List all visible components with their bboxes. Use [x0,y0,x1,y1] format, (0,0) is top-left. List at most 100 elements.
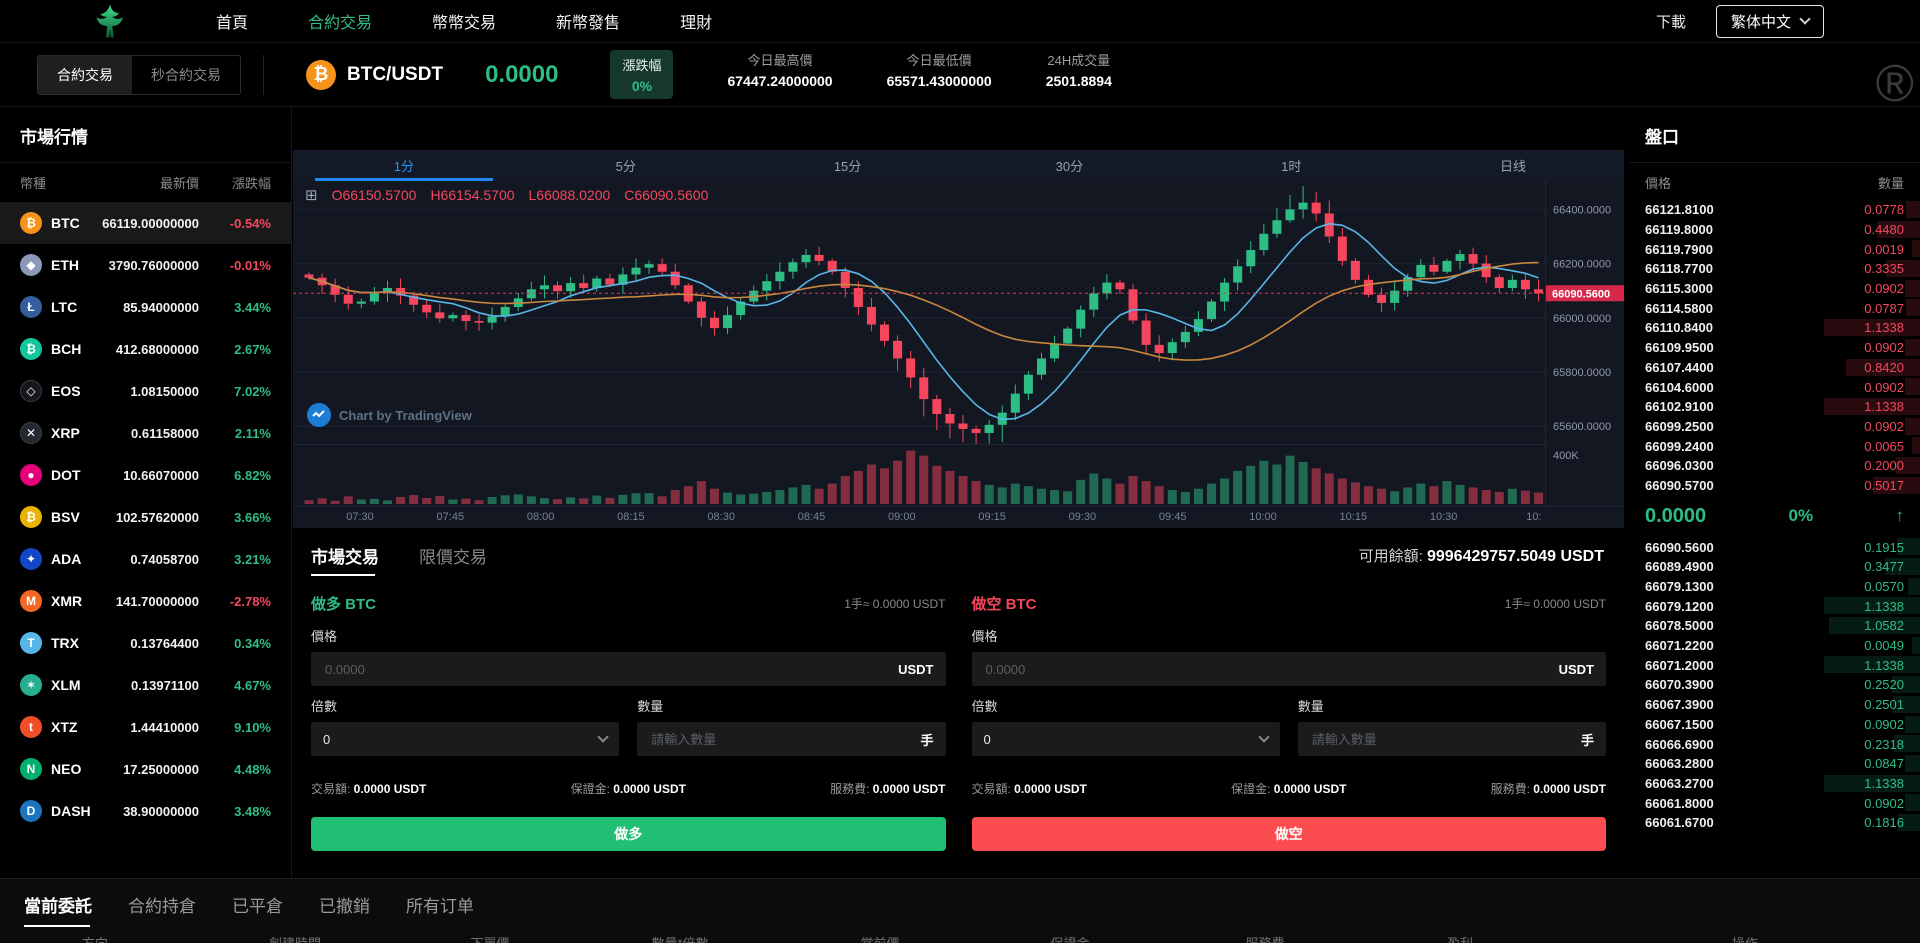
orders-tab-已平倉[interactable]: 已平倉 [232,892,283,927]
timeframe-tab-1时[interactable]: 1时 [1180,150,1402,181]
long-submit-button[interactable]: 做多 [311,817,946,851]
registered-mark-icon[interactable]: ® [1876,58,1914,110]
short-amount-label: 數量 [1297,699,1324,714]
mode-tab-秒合約交易[interactable]: 秒合約交易 [132,56,240,94]
time-axis-label: 07:30 [346,511,374,523]
ask-row[interactable]: 66119.8000 0.4480 [1629,220,1920,240]
trade-tab-市場交易[interactable]: 市場交易 [311,543,379,576]
ask-row[interactable]: 66099.2400 0.0065 [1629,436,1920,456]
coin-row-DASH[interactable]: D DASH 38.90000000 3.48% [0,790,291,832]
short-price-field[interactable] [983,660,1559,678]
bid-row[interactable]: 66067.1500 0.0902 [1629,715,1920,735]
coin-row-BTC[interactable]: ₿ BTC 66119.00000000 -0.54% [0,202,291,244]
ticker-stats: 漲跌幅 0% 今日最高價 67447.24000000 今日最低價 65571.43000… [610,50,1112,99]
bid-row[interactable]: 66061.8000 0.0902 [1629,793,1920,813]
bid-row[interactable]: 66079.1200 1.1338 [1629,596,1920,616]
ask-row[interactable]: 66090.5700 0.5017 [1629,476,1920,496]
ask-row[interactable]: 66102.9100 1.1338 [1629,397,1920,417]
chart-canvas[interactable]: ⊞ O66150.5700 H66154.5700 L66088.0200 C6609… [293,181,1624,528]
coin-row-BCH[interactable]: ₿ BCH 412.68000000 2.67% [0,328,291,370]
timeframe-tab-5分[interactable]: 5分 [515,150,737,181]
dot-coin-icon: ● [20,464,42,486]
ask-row[interactable]: 66109.9500 0.0902 [1629,338,1920,358]
coin-row-XMR[interactable]: M XMR 141.70000000 -2.78% [0,580,291,622]
stat-漲跌幅: 漲跌幅 0% [610,50,674,99]
bid-row[interactable]: 66071.2200 0.0049 [1629,636,1920,656]
long-leverage-select[interactable]: 0 [311,722,620,756]
coin-row-XRP[interactable]: ✕ XRP 0.61158000 2.11% [0,412,291,454]
coin-row-ETH[interactable]: ◆ ETH 3790.76000000 -0.01% [0,244,291,286]
ask-row[interactable]: 66114.5800 0.0787 [1629,298,1920,318]
coin-row-DOT[interactable]: ● DOT 10.66070000 6.82% [0,454,291,496]
volume-bar [1207,483,1217,504]
bid-row[interactable]: 66090.5600 0.1915 [1629,537,1920,557]
bid-row[interactable]: 66066.6900 0.2318 [1629,734,1920,754]
ask-row[interactable]: 66096.0300 0.2000 [1629,456,1920,476]
coin-row-XLM[interactable]: ✶ XLM 0.13971100 4.67% [0,664,291,706]
ask-row[interactable]: 66118.7700 0.3335 [1629,259,1920,279]
bid-row[interactable]: 66067.3900 0.2501 [1629,695,1920,715]
coin-row-ADA[interactable]: ✦ ADA 0.74058700 3.21% [0,538,291,580]
short-submit-button[interactable]: 做空 [971,817,1606,851]
volume-bar [500,495,510,504]
short-controls-row: 0手 [971,722,1606,756]
long-price-input[interactable]: USDT [311,652,946,686]
orders-tab-所有订单[interactable]: 所有订单 [406,892,474,927]
ask-row[interactable]: 66119.7900 0.0019 [1629,239,1920,259]
bid-row[interactable]: 66079.1300 0.0570 [1629,577,1920,597]
coin-row-XTZ[interactable]: t XTZ 1.44410000 9.10% [0,706,291,748]
timeframe-tab-1分[interactable]: 1分 [293,150,515,181]
timeframe-tab-30分[interactable]: 30分 [958,150,1180,181]
volume-bar [1507,488,1517,504]
ask-row[interactable]: 66121.8100 0.0778 [1629,200,1920,220]
ask-row[interactable]: 66107.4400 0.8420 [1629,358,1920,378]
nav-item-幣幣交易[interactable]: 幣幣交易 [402,9,526,33]
long-price-field[interactable] [323,660,899,678]
ohlc-value-h: H66154.5700 [430,187,515,203]
coin-price: 1.44410000 [130,719,199,735]
mode-tab-合約交易[interactable]: 合約交易 [38,55,132,94]
coin-row-NEO[interactable]: N NEO 17.25000000 4.48% [0,748,291,790]
coin-row-BSV[interactable]: ₿ BSV 102.57620000 3.66% [0,496,291,538]
language-select[interactable]: 繁体中文 [1715,4,1824,38]
bid-row[interactable]: 66089.4900 0.3477 [1629,557,1920,577]
ask-row[interactable]: 66115.3000 0.0902 [1629,279,1920,299]
long-amount-input[interactable]: 手 [637,722,946,756]
bid-row[interactable]: 66078.5000 1.0582 [1629,616,1920,636]
tradingview-attribution[interactable]: Chart by TradingView [307,403,472,427]
logo-phoenix-icon[interactable] [92,3,128,39]
bid-row[interactable]: 66063.2800 0.0847 [1629,754,1920,774]
candle-body [1337,236,1347,261]
ask-row[interactable]: 66104.6000 0.0902 [1629,377,1920,397]
candle-body [1233,266,1243,283]
bid-row[interactable]: 66063.2700 1.1338 [1629,774,1920,794]
nav-item-新幣發售[interactable]: 新幣發售 [526,9,650,33]
short-amount-field[interactable] [1309,730,1581,748]
ask-row[interactable]: 66110.8400 1.1338 [1629,318,1920,338]
orders-tab-當前委託[interactable]: 當前委託 [24,892,92,927]
bid-row[interactable]: 66061.6700 0.1816 [1629,813,1920,833]
nav-item-首頁[interactable]: 首頁 [186,9,278,33]
short-price-input[interactable]: USDT [971,652,1606,686]
orders-tab-已撤銷[interactable]: 已撤銷 [319,892,370,927]
ask-row[interactable]: 66099.2500 0.0902 [1629,417,1920,437]
time-axis-label: 08:30 [707,511,735,523]
candle-body [605,278,615,285]
long-amount-field[interactable] [649,730,921,748]
coin-row-EOS[interactable]: ◇ EOS 1.08150000 7.02% [0,370,291,412]
compare-add-icon[interactable]: ⊞ [305,186,318,204]
nav-item-合約交易[interactable]: 合約交易 [278,9,402,33]
bid-row[interactable]: 66070.3900 0.2520 [1629,675,1920,695]
orders-tab-合約持倉[interactable]: 合約持倉 [128,892,196,927]
coin-row-LTC[interactable]: Ł LTC 85.94000000 3.44% [0,286,291,328]
short-amount-input[interactable]: 手 [1297,722,1606,756]
timeframe-tab-日线[interactable]: 日线 [1402,150,1624,181]
ticker-bar: 合約交易 秒合約交易 ₿ BTC/USDT 0.0000 漲跌幅 0% 今日最高價 67… [0,43,1920,107]
short-leverage-select[interactable]: 0 [971,722,1280,756]
nav-item-理財[interactable]: 理財 [650,9,742,33]
download-link[interactable]: 下載 [1656,11,1686,32]
coin-row-TRX[interactable]: T TRX 0.13764400 0.34% [0,622,291,664]
timeframe-tab-15分[interactable]: 15分 [737,150,959,181]
bid-row[interactable]: 66071.2000 1.1338 [1629,655,1920,675]
trade-tab-限價交易[interactable]: 限價交易 [419,543,487,576]
